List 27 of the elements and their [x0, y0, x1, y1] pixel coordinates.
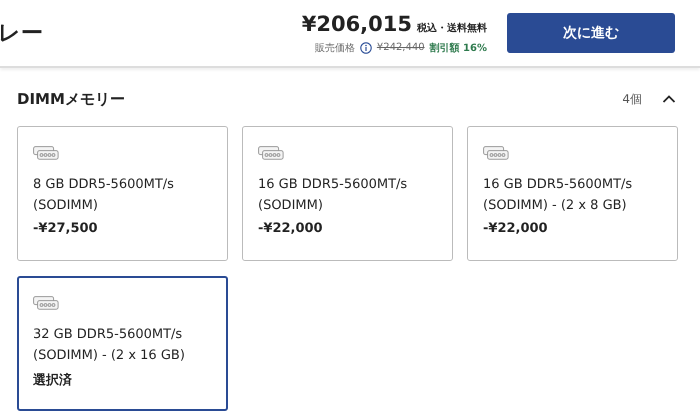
info-icon[interactable] [360, 42, 372, 54]
option-name: 8 GB DDR5-5600MT/s (SODIMM) [33, 176, 175, 215]
option-price: -¥22,000 [258, 221, 324, 236]
total-price: ¥206,015 [302, 12, 412, 36]
memory-icon [33, 296, 59, 310]
next-button[interactable]: 次に進む [507, 13, 675, 53]
page-title: レー [0, 20, 44, 48]
memory-icon [258, 146, 284, 160]
option-card[interactable]: 32 GB DDR5-5600MT/s (SODIMM) - (2 x 16 GB) 選択済 [17, 276, 228, 411]
option-card[interactable]: 8 GB DDR5-5600MT/s (SODIMM) -¥27,500 [17, 126, 228, 261]
memory-icon [33, 146, 59, 160]
option-card[interactable]: 16 GB DDR5-5600MT/s (SODIMM) -¥22,000 [242, 126, 453, 261]
price-note: 税込・送料無料 [417, 22, 487, 34]
section-title: DIMMメモリー [17, 90, 126, 108]
discount-text: 割引額 16% [430, 42, 487, 54]
option-name: 16 GB DDR5-5600MT/s (SODIMM) - (2 x 8 GB) [483, 176, 634, 215]
option-name: 16 GB DDR5-5600MT/s (SODIMM) [258, 176, 408, 215]
option-name: 32 GB DDR5-5600MT/s (SODIMM) - (2 x 16 GB) [33, 326, 186, 365]
chevron-icon[interactable] [662, 94, 676, 104]
option-price: -¥22,000 [483, 221, 549, 236]
list-price-label: 販売価格 [314, 42, 355, 54]
memory-icon [483, 146, 509, 160]
option-price: 選択済 [33, 372, 73, 389]
original-price: ¥242,440 [376, 42, 425, 53]
option-card[interactable]: 16 GB DDR5-5600MT/s (SODIMM) - (2 x 8 GB) -¥22,000 [467, 126, 678, 261]
option-price: -¥27,500 [33, 221, 99, 236]
item-count: 4個 [622, 90, 642, 108]
